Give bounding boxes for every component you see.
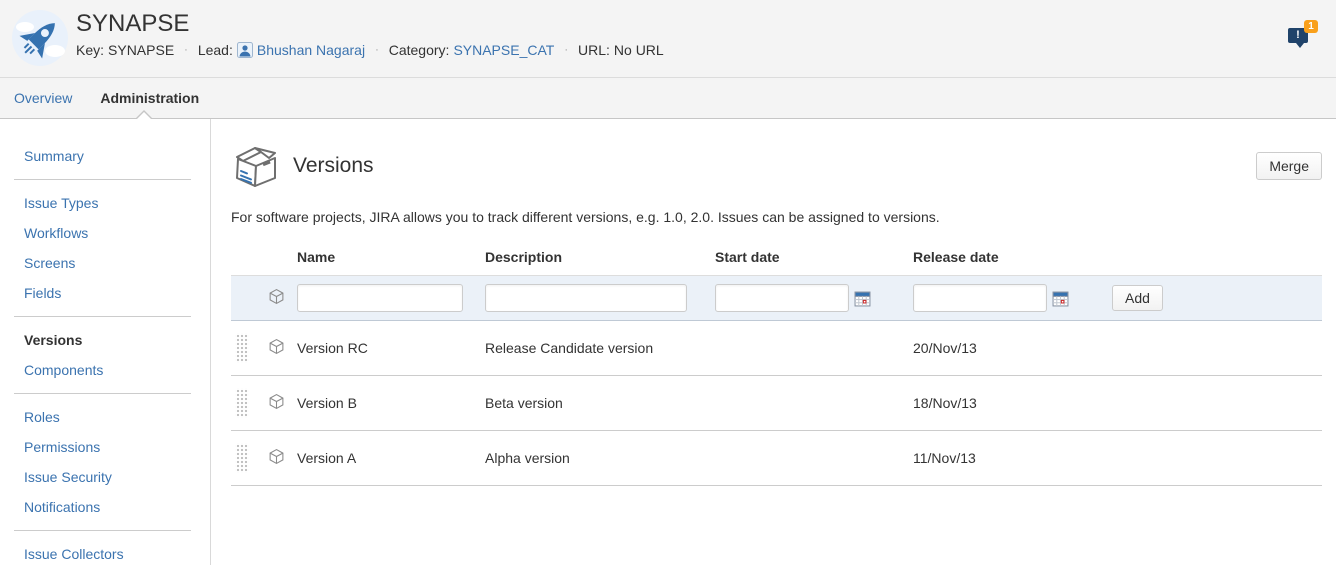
add-description-cell	[485, 276, 715, 321]
sidebar-item-notifications[interactable]: Notifications	[0, 492, 210, 522]
version-cube-icon	[255, 431, 297, 486]
sidebar-item-roles[interactable]: Roles	[0, 402, 210, 432]
meta-separator: ·	[184, 44, 188, 56]
version-row: Version RC Release Candidate version 20/…	[231, 321, 1322, 376]
notification-badge: 1	[1304, 20, 1318, 33]
sidebar-item-screens[interactable]: Screens	[0, 248, 210, 278]
sidebar-item-workflows[interactable]: Workflows	[0, 218, 210, 248]
version-name[interactable]: Version B	[297, 376, 485, 431]
tab-overview[interactable]: Overview	[14, 90, 72, 106]
version-row: Version A Alpha version 11/Nov/13	[231, 431, 1322, 486]
url-value: No URL	[614, 42, 664, 58]
key-label: Key:	[76, 42, 104, 58]
version-start-date	[715, 321, 913, 376]
versions-table: Name Description Start date Release date	[231, 243, 1322, 486]
version-cube-icon	[255, 276, 297, 321]
notification-bubble-icon[interactable]: ! 1	[1288, 22, 1314, 48]
sidebar-divider	[14, 316, 191, 317]
new-version-name-input[interactable]	[297, 284, 463, 312]
versions-panel: Versions Merge For software projects, JI…	[211, 119, 1336, 565]
category-label: Category:	[389, 42, 450, 58]
row-actions	[1103, 376, 1322, 431]
version-release-date: 20/Nov/13	[913, 321, 1103, 376]
lead-avatar-person-icon	[237, 42, 253, 58]
col-handle	[231, 243, 255, 276]
page-title: Versions	[293, 154, 374, 178]
version-cube-icon	[255, 321, 297, 376]
sidebar-item-components[interactable]: Components	[0, 355, 210, 385]
key-value: SYNAPSE	[108, 42, 174, 58]
project-tab-bar: Overview Administration	[0, 78, 1336, 119]
meta-separator: ·	[564, 44, 568, 56]
project-meta: Key: SYNAPSE · Lead: Bhushan Nagaraj · C…	[76, 42, 1320, 58]
drag-handle-cell	[231, 431, 255, 486]
version-row: Version B Beta version 18/Nov/13	[231, 376, 1322, 431]
sidebar-item-summary[interactable]: Summary	[0, 141, 210, 171]
sidebar-divider	[14, 179, 191, 180]
add-release-date-cell	[913, 276, 1103, 321]
col-header-release-date: Release date	[913, 243, 1103, 276]
sidebar-divider	[14, 393, 191, 394]
project-header: SYNAPSE Key: SYNAPSE · Lead: Bhushan Nag…	[0, 0, 1336, 78]
version-description: Beta version	[485, 376, 715, 431]
add-version-row: Add	[231, 276, 1322, 321]
drag-handle-cell	[231, 376, 255, 431]
new-version-release-date-input[interactable]	[913, 284, 1047, 312]
version-name[interactable]: Version A	[297, 431, 485, 486]
drag-handle-cell	[231, 321, 255, 376]
drag-handle[interactable]	[235, 333, 249, 363]
add-action-cell: Add	[1103, 276, 1322, 321]
lead-link[interactable]: Bhushan Nagaraj	[257, 42, 365, 58]
page: SYNAPSE Key: SYNAPSE · Lead: Bhushan Nag…	[0, 0, 1336, 566]
drag-handle[interactable]	[235, 388, 249, 418]
merge-button[interactable]: Merge	[1256, 152, 1322, 180]
version-description: Release Candidate version	[485, 321, 715, 376]
version-description: Alpha version	[485, 431, 715, 486]
release-date-calendar-icon[interactable]	[1052, 290, 1069, 307]
url-label: URL:	[578, 42, 610, 58]
empty-cell	[231, 276, 255, 321]
table-header-row: Name Description Start date Release date	[231, 243, 1322, 276]
project-title: SYNAPSE	[76, 10, 1320, 38]
tab-administration[interactable]: Administration	[100, 90, 199, 106]
version-start-date	[715, 431, 913, 486]
sidebar-divider	[14, 530, 191, 531]
col-icon	[255, 243, 297, 276]
new-version-description-input[interactable]	[485, 284, 687, 312]
category-link[interactable]: SYNAPSE_CAT	[453, 42, 554, 58]
version-start-date	[715, 376, 913, 431]
col-header-name: Name	[297, 243, 485, 276]
page-title-row: Versions Merge	[231, 141, 1322, 191]
version-name[interactable]: Version RC	[297, 321, 485, 376]
col-header-description: Description	[485, 243, 715, 276]
start-date-calendar-icon[interactable]	[854, 290, 871, 307]
meta-separator: ·	[375, 44, 379, 56]
new-version-start-date-input[interactable]	[715, 284, 849, 312]
drag-handle[interactable]	[235, 443, 249, 473]
sidebar-item-permissions[interactable]: Permissions	[0, 432, 210, 462]
row-actions	[1103, 431, 1322, 486]
sidebar-item-issue-security[interactable]: Issue Security	[0, 462, 210, 492]
versions-package-box-icon	[231, 141, 281, 191]
version-cube-icon	[255, 376, 297, 431]
row-actions	[1103, 321, 1322, 376]
col-header-start-date: Start date	[715, 243, 913, 276]
sidebar-item-versions[interactable]: Versions	[0, 325, 210, 355]
sidebar-item-fields[interactable]: Fields	[0, 278, 210, 308]
add-version-button[interactable]: Add	[1112, 285, 1163, 311]
page-description: For software projects, JIRA allows you t…	[231, 209, 1322, 225]
admin-sidebar: Summary Issue Types Workflows Screens Fi…	[0, 119, 211, 565]
version-release-date: 11/Nov/13	[913, 431, 1103, 486]
active-tab-caret	[135, 110, 153, 119]
col-actions	[1103, 243, 1322, 276]
sidebar-item-issue-types[interactable]: Issue Types	[0, 188, 210, 218]
project-avatar-rocket-icon	[12, 10, 68, 66]
content: Summary Issue Types Workflows Screens Fi…	[0, 119, 1336, 565]
add-name-cell	[297, 276, 485, 321]
add-start-date-cell	[715, 276, 913, 321]
sidebar-item-issue-collectors[interactable]: Issue Collectors	[0, 539, 210, 569]
lead-label: Lead:	[198, 42, 233, 58]
version-release-date: 18/Nov/13	[913, 376, 1103, 431]
